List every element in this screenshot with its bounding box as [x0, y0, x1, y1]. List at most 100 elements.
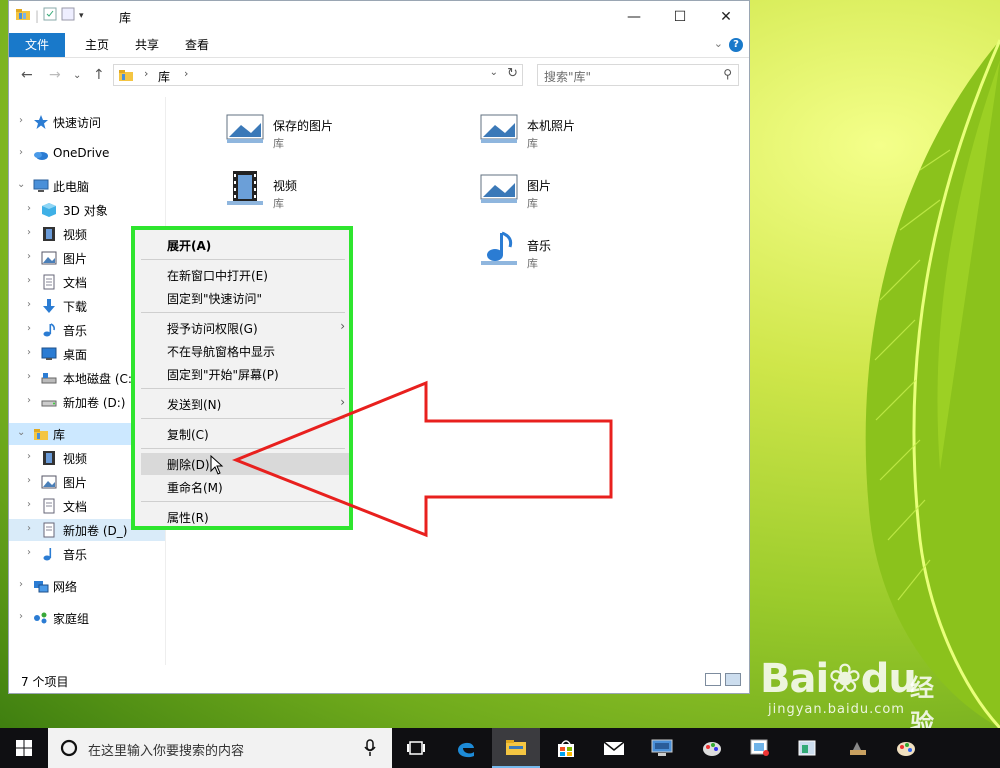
properties-icon[interactable] — [43, 7, 57, 24]
homegroup-icon — [33, 610, 49, 626]
cube-icon — [41, 202, 57, 218]
mail-icon[interactable] — [590, 728, 638, 768]
library-tile-saved-pictures[interactable]: 保存的图片 库 — [223, 103, 463, 151]
minimize-button[interactable]: — — [611, 1, 657, 33]
address-bar[interactable]: › 库 › ⌄ ↻ — [113, 64, 523, 86]
help-icon[interactable]: ? — [729, 38, 743, 52]
start-button[interactable] — [0, 728, 48, 768]
windows-logo-icon — [16, 740, 32, 756]
item-count: 7 个项目 — [21, 675, 69, 689]
nav-item-quick-access[interactable]: › 快速访问 — [9, 111, 165, 133]
tab-view[interactable]: 查看 — [173, 33, 221, 57]
library-tile-pictures[interactable]: 图片 库 — [477, 163, 717, 211]
expand-chevron-icon[interactable]: › — [27, 451, 31, 462]
baidu-watermark: Bai❀du 经验 jingyan.baidu.com — [760, 656, 940, 737]
nav-item-3d-objects[interactable]: › 3D 对象 — [9, 199, 165, 221]
edge-browser-icon[interactable] — [442, 728, 490, 768]
film-icon — [41, 226, 57, 242]
breadcrumb-chevron-icon[interactable]: › — [184, 67, 188, 80]
library-tile-camera-roll[interactable]: 本机照片 库 — [477, 103, 717, 151]
picture-icon — [480, 174, 518, 203]
nav-item-onedrive[interactable]: › OneDrive — [9, 143, 165, 165]
dropdown-chevron-icon[interactable]: ⌄ — [490, 67, 498, 78]
expand-chevron-icon[interactable]: › — [27, 523, 31, 534]
expand-chevron-icon[interactable]: › — [19, 147, 23, 158]
address-row: ← → ⌄ ↑ › 库 › ⌄ ↻ 搜索"库" ⚲ — [9, 61, 749, 91]
palette-icon[interactable] — [882, 728, 930, 768]
nav-item-lib-music[interactable]: › 音乐 — [9, 543, 165, 565]
tab-file[interactable]: 文件 — [9, 33, 65, 57]
menu-item-pin-quick-access[interactable]: 固定到"快速访问" — [135, 287, 349, 309]
store-icon[interactable] — [542, 728, 590, 768]
close-button[interactable]: ✕ — [703, 1, 749, 33]
nav-item-homegroup[interactable]: › 家庭组 — [9, 607, 165, 629]
breadcrumb-chevron-icon[interactable]: › — [144, 67, 148, 80]
file-explorer-taskbar-icon[interactable] — [492, 728, 540, 768]
customize-toolbar-icon[interactable]: ▾ — [79, 11, 84, 21]
task-view-icon[interactable] — [392, 728, 440, 768]
details-view-icon[interactable] — [705, 673, 721, 686]
new-folder-icon[interactable] — [61, 7, 75, 24]
breadcrumb[interactable]: 库 — [158, 68, 170, 85]
menu-item-expand[interactable]: 展开(A) — [135, 234, 349, 256]
nav-item-network[interactable]: › 网络 — [9, 575, 165, 597]
expand-chevron-icon[interactable]: › — [27, 299, 31, 310]
drive-icon — [41, 394, 57, 410]
picture-icon — [41, 474, 57, 490]
expand-chevron-icon[interactable]: › — [27, 347, 31, 358]
expand-chevron-icon[interactable]: › — [27, 547, 31, 558]
annotation-arrow — [231, 380, 613, 538]
app-window-icon[interactable] — [784, 728, 832, 768]
expand-chevron-icon[interactable]: › — [27, 227, 31, 238]
picture-viewer-icon[interactable] — [736, 728, 784, 768]
microphone-icon[interactable] — [364, 739, 376, 757]
collapse-chevron-icon[interactable]: ⌄ — [17, 179, 25, 190]
maximize-button[interactable]: ☐ — [657, 1, 703, 33]
nav-item-this-pc[interactable]: ⌄ 此电脑 — [9, 175, 165, 197]
film-icon — [41, 450, 57, 466]
expand-chevron-icon[interactable]: › — [27, 275, 31, 286]
refresh-icon[interactable]: ↻ — [507, 66, 518, 81]
library-tile-videos[interactable]: 视频 库 — [223, 163, 463, 211]
expand-chevron-icon[interactable]: › — [19, 579, 23, 590]
expand-chevron-icon[interactable]: › — [27, 203, 31, 214]
tab-share[interactable]: 共享 — [123, 33, 171, 57]
large-icons-view-icon[interactable] — [725, 673, 741, 686]
menu-item-open-new-window[interactable]: 在新窗口中打开(E) — [135, 264, 349, 286]
menu-item-give-access[interactable]: 授予访问权限(G) › — [135, 317, 349, 339]
paint-icon[interactable] — [688, 728, 736, 768]
expand-chevron-icon[interactable]: › — [19, 115, 23, 126]
tools-icon[interactable] — [834, 728, 882, 768]
expand-chevron-icon[interactable]: › — [27, 395, 31, 406]
expand-chevron-icon[interactable]: › — [27, 371, 31, 382]
forward-arrow-icon[interactable]: → — [49, 67, 61, 83]
recent-chevron-icon[interactable]: ⌄ — [73, 70, 81, 81]
desktop-icon — [41, 346, 57, 362]
menu-separator — [141, 259, 345, 260]
music-icon — [41, 322, 57, 338]
submenu-arrow-icon: › — [340, 319, 345, 333]
taskbar-search-input[interactable]: 在这里输入你要搜索的内容 — [48, 728, 392, 768]
paw-icon: ❀ — [828, 656, 862, 702]
chevron-down-icon[interactable]: ⌄ — [714, 37, 723, 50]
library-icon — [33, 426, 49, 442]
search-placeholder: 搜索"库" — [544, 70, 592, 84]
library-tile-music[interactable]: 音乐 库 — [477, 223, 717, 271]
collapse-chevron-icon[interactable]: ⌄ — [17, 427, 25, 438]
expand-chevron-icon[interactable]: › — [27, 323, 31, 334]
back-arrow-icon[interactable]: ← — [21, 67, 33, 83]
up-arrow-icon[interactable]: ↑ — [93, 67, 105, 83]
expand-chevron-icon[interactable]: › — [27, 499, 31, 510]
disk-icon — [41, 370, 57, 386]
cortana-icon — [60, 739, 78, 757]
expand-chevron-icon[interactable]: › — [27, 475, 31, 486]
remote-desktop-icon[interactable] — [638, 728, 686, 768]
tab-home[interactable]: 主页 — [73, 33, 121, 57]
expand-chevron-icon[interactable]: › — [19, 611, 23, 622]
search-input[interactable]: 搜索"库" ⚲ — [537, 64, 739, 86]
ribbon-tabs: 文件 主页 共享 查看 ⌄ ? — [9, 33, 749, 58]
menu-item-hide-nav[interactable]: 不在导航窗格中显示 — [135, 340, 349, 362]
star-icon — [33, 114, 49, 130]
expand-chevron-icon[interactable]: › — [27, 251, 31, 262]
taskbar: 在这里输入你要搜索的内容 — [0, 728, 1000, 768]
